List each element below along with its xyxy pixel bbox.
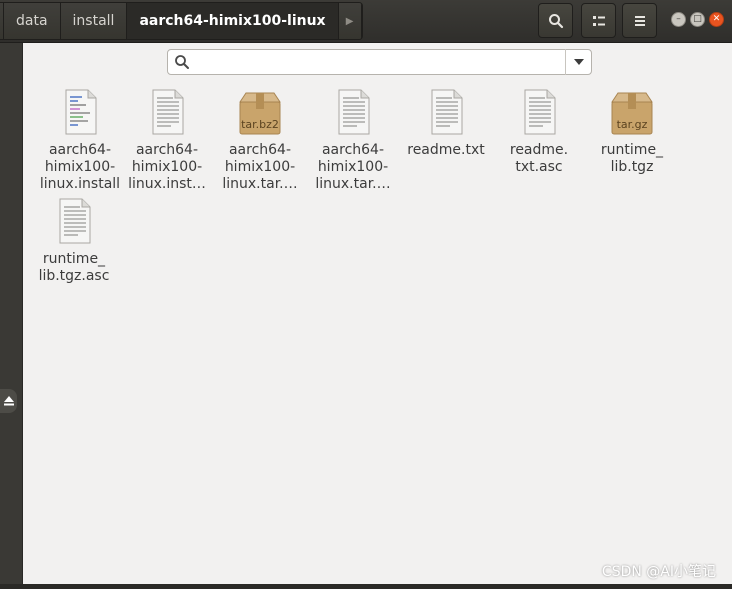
search-icon [548, 13, 563, 28]
close-icon: ✕ [712, 14, 721, 24]
watermark: CSDN @AI小笔记 [601, 564, 716, 580]
sidebar [0, 43, 23, 584]
search-button[interactable] [538, 3, 573, 38]
search-divider [565, 49, 566, 75]
file-name: aarch64- himix100- linux.inst… [128, 142, 206, 192]
chevron-down-icon [574, 59, 584, 65]
breadcrumb-install[interactable]: install [60, 3, 128, 39]
file-name: readme.txt [407, 142, 485, 158]
text-file-icon [152, 89, 184, 135]
breadcrumb-current[interactable]: aarch64-himix100-linux [127, 3, 339, 39]
minimize-icon: – [676, 14, 681, 24]
archive-badge: tar.gz [617, 118, 648, 131]
text-file-icon [59, 198, 91, 244]
search-icon [175, 55, 189, 69]
search-options-button[interactable] [567, 50, 591, 74]
file-item-readme-txt[interactable]: readme.txt [400, 88, 492, 159]
file-item-aarch64-tar-bz2[interactable]: tar.bz2 aarch64- himix100- linux.tar.… [214, 88, 306, 193]
text-file-icon [431, 89, 463, 135]
breadcrumb: data install aarch64-himix100-linux ▶ [0, 2, 363, 40]
file-name: runtime_ lib.tgz [600, 142, 664, 175]
menu-button[interactable] [622, 3, 657, 38]
text-file-icon [524, 89, 556, 135]
eject-button[interactable] [0, 389, 17, 413]
file-name: aarch64- himix100- linux.install [39, 142, 121, 192]
hamburger-icon [634, 15, 645, 26]
breadcrumb-data[interactable]: data [4, 3, 61, 39]
search-bar [167, 49, 592, 75]
bottom-edge [0, 584, 732, 589]
close-button[interactable]: ✕ [709, 12, 724, 27]
file-item-aarch64-install[interactable]: aarch64- himix100- linux.install [34, 88, 126, 193]
text-file-icon [65, 89, 97, 135]
view-toggle-button[interactable] [581, 3, 616, 38]
file-name: aarch64- himix100- linux.tar.… [222, 142, 298, 192]
header-bar: data install aarch64-himix100-linux ▶ – … [0, 0, 732, 43]
eject-icon [3, 396, 14, 406]
breadcrumb-forward-button[interactable]: ▶ [338, 3, 362, 39]
search-input[interactable] [196, 53, 560, 73]
minimize-button[interactable]: – [671, 12, 686, 27]
file-item-runtime-lib-tgz[interactable]: tar.gz runtime_ lib.tgz [586, 88, 678, 176]
file-item-readme-txt-asc[interactable]: readme. txt.asc [493, 88, 585, 176]
chevron-right-icon: ▶ [345, 15, 354, 27]
archive-box-icon: tar.gz [611, 92, 653, 135]
file-item-aarch64-tar-asc[interactable]: aarch64- himix100- linux.tar.… [307, 88, 399, 193]
maximize-icon: □ [693, 14, 702, 24]
file-name: runtime_ lib.tgz.asc [38, 251, 110, 284]
file-name: readme. txt.asc [509, 142, 569, 175]
file-item-runtime-lib-tgz-asc[interactable]: runtime_ lib.tgz.asc [28, 197, 120, 285]
text-file-icon [338, 89, 370, 135]
file-name: aarch64- himix100- linux.tar.… [315, 142, 391, 192]
archive-badge: tar.bz2 [241, 118, 279, 131]
list-view-icon [592, 15, 605, 26]
maximize-button[interactable]: □ [690, 12, 705, 27]
file-item-aarch64-inst[interactable]: aarch64- himix100- linux.inst… [121, 88, 213, 193]
archive-box-icon: tar.bz2 [239, 92, 281, 135]
